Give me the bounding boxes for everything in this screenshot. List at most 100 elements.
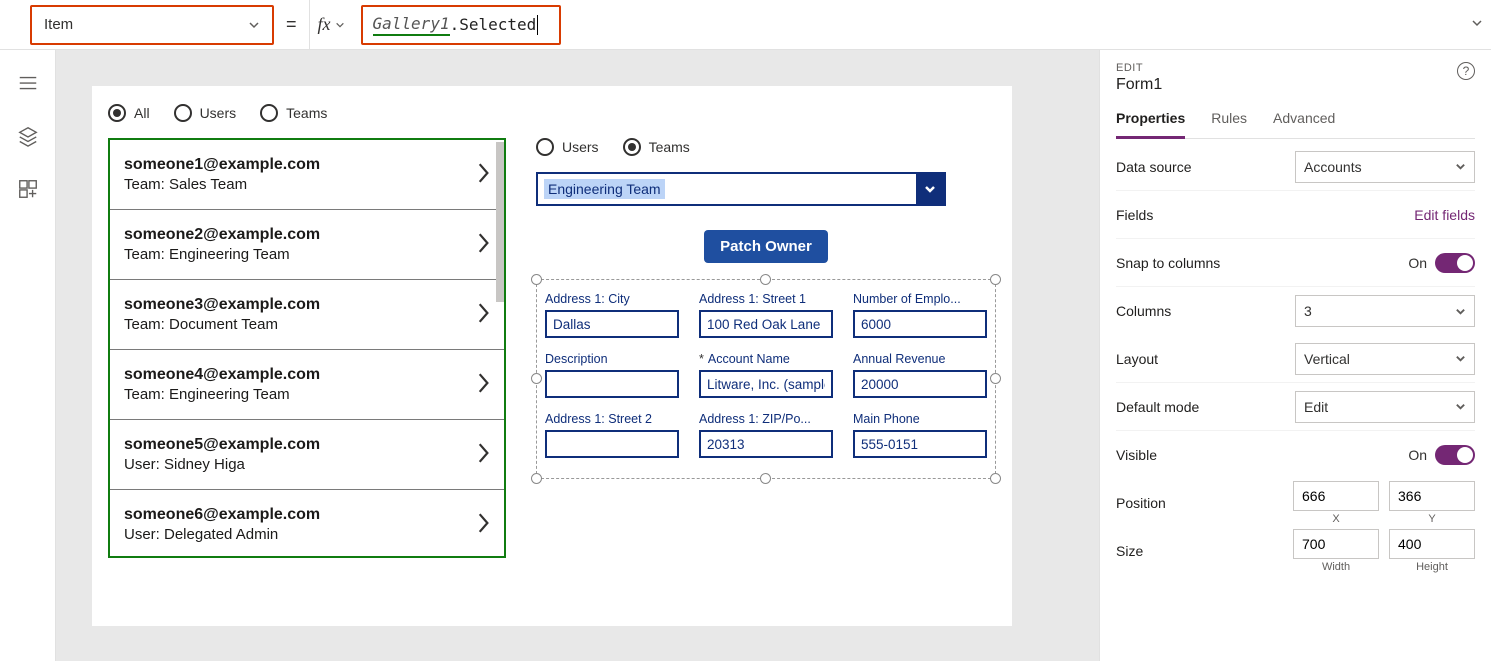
row-data-source: Data source Accounts [1116,143,1475,191]
link-edit-fields[interactable]: Edit fields [1414,207,1475,223]
tab-advanced[interactable]: Advanced [1273,102,1335,138]
fx-label: fx [318,14,331,35]
label-columns: Columns [1116,303,1171,319]
property-selector[interactable]: Item [30,5,274,45]
row-position: Position X Y [1116,479,1475,527]
row-layout: Layout Vertical [1116,335,1475,383]
design-canvas[interactable]: All Users Teams someone1@example.comTeam… [56,50,1099,661]
panel-object-name: Form1 [1116,76,1162,94]
formula-expand-icon[interactable] [1471,17,1483,32]
gallery-item[interactable]: someone3@example.comTeam: Document Team [110,280,504,350]
resize-handle-s[interactable] [760,473,771,484]
resize-handle-nw[interactable] [531,274,542,285]
team-dropdown-button[interactable] [916,174,944,204]
form-field-input[interactable] [853,310,987,338]
insert-icon[interactable] [17,178,39,203]
filter-radio-group: All Users Teams [108,104,996,122]
input-position-x[interactable] [1293,481,1379,511]
gallery-item[interactable]: someone2@example.comTeam: Engineering Te… [110,210,504,280]
chevron-down-icon [1455,401,1466,412]
patch-owner-button[interactable]: Patch Owner [704,230,828,263]
toggle-visible[interactable] [1435,445,1475,465]
radio-owner-teams[interactable]: Teams [623,138,690,156]
property-selector-value: Item [44,16,73,33]
select-columns-value: 3 [1304,303,1312,319]
team-dropdown-value: Engineering Team [544,179,665,199]
form-field-input[interactable] [545,370,679,398]
gallery-item-email: someone6@example.com [124,506,320,524]
help-icon[interactable]: ? [1457,62,1475,80]
label-data-source: Data source [1116,159,1191,175]
select-columns[interactable]: 3 [1295,295,1475,327]
input-size-width[interactable] [1293,529,1379,559]
resize-handle-se[interactable] [990,473,1001,484]
toggle-snap[interactable] [1435,253,1475,273]
form-field-label: Annual Revenue [853,352,987,366]
properties-panel: EDIT Form1 ? Properties Rules Advanced D… [1099,50,1491,661]
resize-handle-ne[interactable] [990,274,1001,285]
select-data-source[interactable]: Accounts [1295,151,1475,183]
form-field: Address 1: City [545,292,679,338]
resize-handle-n[interactable] [760,274,771,285]
form-field: Annual Revenue [853,352,987,398]
form-field-input[interactable] [699,370,833,398]
resize-handle-e[interactable] [990,373,1001,384]
input-position-y[interactable] [1389,481,1475,511]
chevron-down-icon [1455,353,1466,364]
row-default-mode: Default mode Edit [1116,383,1475,431]
chevron-down-icon [1455,161,1466,172]
formula-input[interactable]: Gallery1 .Selected [361,5,561,45]
form-field: Address 1: Street 1 [699,292,833,338]
radio-users[interactable]: Users [174,104,237,122]
gallery-item[interactable]: someone1@example.comTeam: Sales Team [110,140,504,210]
formula-bar-spacer[interactable] [561,0,1491,49]
left-nav-rail [0,50,56,661]
form-field-input[interactable] [699,430,833,458]
select-layout[interactable]: Vertical [1295,343,1475,375]
detail-column: Users Teams Engineering Team Patch Owner [536,138,996,558]
tab-rules[interactable]: Rules [1211,102,1247,138]
form-field-input[interactable] [545,430,679,458]
form-field-input[interactable] [853,430,987,458]
gallery-item[interactable]: someone5@example.comUser: Sidney Higa [110,420,504,490]
radio-all[interactable]: All [108,104,150,122]
scrollbar-thumb[interactable] [496,142,504,302]
formula-token-selected: .Selected [450,15,537,34]
label-x: X [1293,513,1379,525]
form-field-input[interactable] [853,370,987,398]
radio-teams[interactable]: Teams [260,104,327,122]
label-width: Width [1293,561,1379,573]
toggle-snap-state: On [1408,255,1427,271]
app-screen: All Users Teams someone1@example.comTeam… [92,86,1012,626]
radio-all-label: All [134,105,150,121]
resize-handle-sw[interactable] [531,473,542,484]
resize-handle-w[interactable] [531,373,542,384]
tab-properties[interactable]: Properties [1116,102,1185,139]
row-snap-to-columns: Snap to columns On [1116,239,1475,287]
select-default-mode[interactable]: Edit [1295,391,1475,423]
radio-users-label: Users [200,105,237,121]
form-field-input[interactable] [545,310,679,338]
radio-owner-users[interactable]: Users [536,138,599,156]
team-dropdown[interactable]: Engineering Team [536,172,946,206]
fx-group[interactable]: fx [309,0,353,49]
gallery-item-email: someone1@example.com [124,156,320,174]
input-size-height[interactable] [1389,529,1475,559]
gallery-item-email: someone3@example.com [124,296,320,314]
form-field-label: Address 1: ZIP/Po... [699,412,833,426]
gallery1[interactable]: someone1@example.comTeam: Sales Teamsome… [108,138,506,558]
label-size: Size [1116,543,1143,559]
select-data-source-value: Accounts [1304,159,1362,175]
gallery-item[interactable]: someone6@example.comUser: Delegated Admi… [110,490,504,558]
label-fields: Fields [1116,207,1153,223]
gallery-item[interactable]: someone4@example.comTeam: Engineering Te… [110,350,504,420]
layers-icon[interactable] [17,125,39,150]
form1[interactable]: Address 1: City Address 1: Street 1 Number… [536,279,996,479]
form-field-input[interactable] [699,310,833,338]
gallery-item-email: someone2@example.com [124,226,320,244]
form-field-label: Number of Emplo... [853,292,987,306]
equals-sign: = [286,14,297,35]
label-layout: Layout [1116,351,1158,367]
tree-view-icon[interactable] [17,72,39,97]
chevron-right-icon [476,232,490,257]
